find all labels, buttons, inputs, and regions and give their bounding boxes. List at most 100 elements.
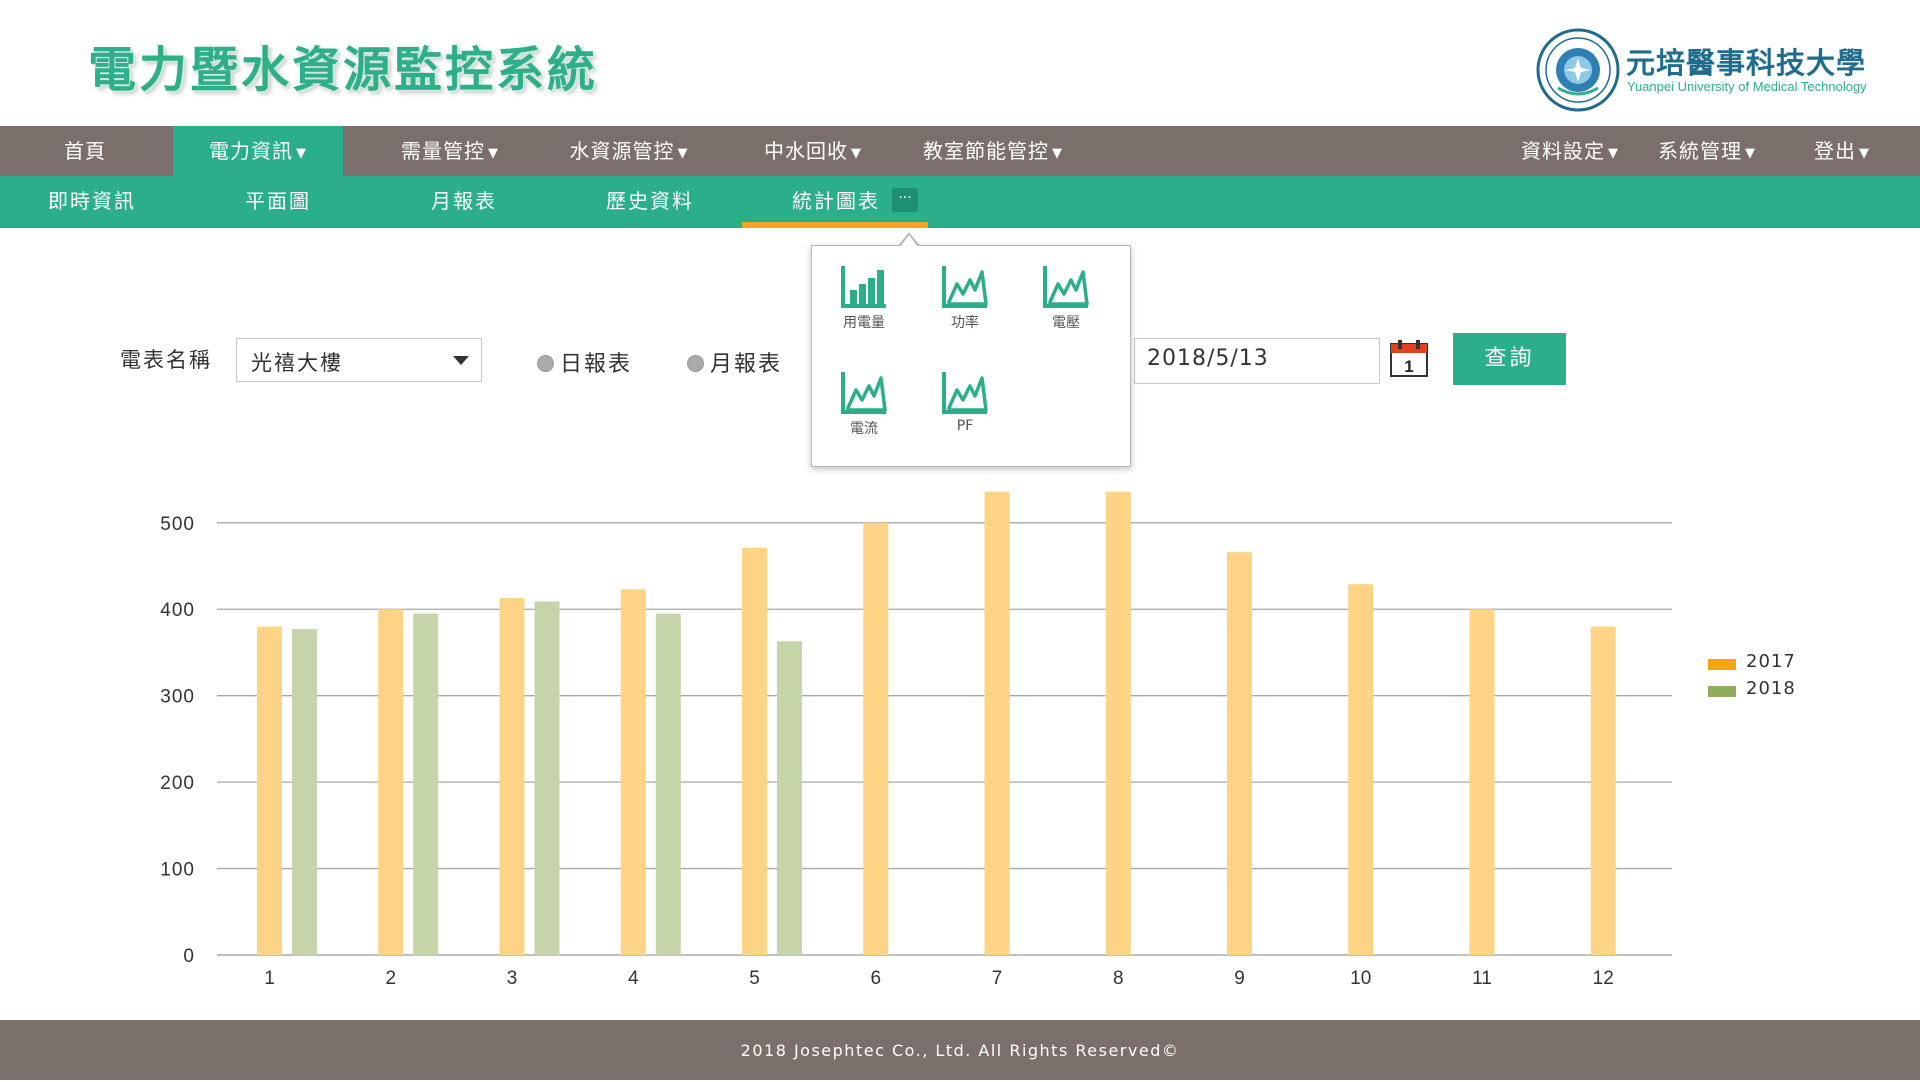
x-tick-label: 3 [507, 968, 518, 989]
y-tick-label: 200 [160, 773, 195, 794]
calendar-day-number: 1 [1404, 357, 1413, 376]
bar-chart-icon [841, 266, 886, 308]
nav-logout[interactable]: 登出 ▼ [1792, 126, 1892, 176]
meter-select-value: 光禧大樓 [251, 351, 343, 375]
legend-label-2018: 2018 [1746, 678, 1796, 699]
subnav-history[interactable]: 歷史資料 [580, 176, 720, 228]
university-name: 元培醫事科技大學 [1626, 46, 1867, 80]
nav-power-info[interactable]: 電力資訊 ▼ [173, 126, 343, 176]
bar-2017-month-12 [1590, 626, 1616, 955]
x-tick-label: 2 [385, 968, 396, 989]
nav-power-info-label: 電力資訊 [209, 139, 293, 163]
dropdown-arrow-icon [453, 356, 469, 365]
chart-type-popup: 用電量 功率 電壓 電流 PF [811, 245, 1131, 467]
university-english-name: Yuanpei University of Medical Technology [1627, 79, 1867, 94]
nav-system-admin[interactable]: 系統管理 ▼ [1640, 126, 1774, 176]
radio-monthly-report[interactable]: 月報表 [687, 346, 782, 378]
caret-down-icon: ▼ [1745, 146, 1756, 161]
legend-label-2017: 2017 [1746, 651, 1796, 672]
app-title: 電力暨水資源監控系統 [88, 42, 599, 98]
popup-item-current[interactable]: 電流 [824, 370, 904, 460]
popup-item-power-label: 功率 [951, 315, 979, 331]
x-tick-label: 1 [264, 968, 275, 989]
nav-classroom-energy[interactable]: 教室節能管控 ▼ [908, 126, 1078, 176]
active-tab-indicator [742, 222, 928, 228]
subnav-realtime-label: 即時資訊 [48, 189, 136, 213]
y-tick-label: 100 [160, 860, 195, 881]
bar-2017-month-7 [984, 491, 1010, 955]
date-input[interactable]: 2018/5/13 [1134, 338, 1380, 384]
meter-name-label: 電表名稱 [120, 348, 212, 372]
caret-down-icon: ▼ [488, 146, 499, 161]
x-tick-label: 5 [749, 968, 760, 989]
caret-down-icon: ▼ [851, 146, 862, 161]
nav-demand-control[interactable]: 需量管控 ▼ [372, 126, 528, 176]
x-tick-label: 6 [870, 968, 881, 989]
calendar-icon[interactable]: 1 [1389, 338, 1429, 378]
popup-item-power[interactable]: 功率 [925, 264, 1005, 354]
bar-2017-month-3 [499, 598, 525, 955]
popup-item-usage[interactable]: 用電量 [824, 264, 904, 354]
caret-down-icon: ▼ [1608, 146, 1619, 161]
bar-2017-month-1 [257, 626, 282, 955]
popup-item-voltage[interactable]: 電壓 [1026, 264, 1106, 354]
monthly-usage-chart: 01002003004005001 2 3 4 5 6 7 8 9 10 11 12 [160, 491, 1672, 989]
nav-data-settings-label: 資料設定 [1521, 139, 1605, 163]
university-logo [1536, 28, 1620, 112]
subnav-floorplan[interactable]: 平面圖 [208, 176, 348, 228]
caret-down-icon: ▼ [1052, 146, 1063, 161]
x-tick-label: 10 [1350, 968, 1371, 989]
header: 電力暨水資源監控系統 元培醫事科技大學 Yuanpei University o… [0, 0, 1920, 126]
subnav-statistics-label: 統計圖表 [792, 189, 880, 213]
caret-down-icon: ▼ [677, 146, 689, 161]
legend-swatch-2018 [1708, 686, 1736, 697]
meter-select[interactable]: 光禧大樓 [236, 338, 482, 382]
nav-home-label: 首頁 [64, 139, 106, 163]
x-tick-label: 9 [1234, 968, 1245, 989]
nav-home[interactable]: 首頁 [0, 126, 170, 176]
popup-pointer-inner [900, 235, 918, 247]
nav-water-recycle[interactable]: 中水回收 ▼ [738, 126, 888, 176]
popup-item-usage-label: 用電量 [843, 315, 885, 331]
popup-item-pf-label: PF [956, 418, 974, 434]
legend-swatch-2017 [1708, 659, 1736, 670]
main-nav: 首頁 電力資訊 ▼ 需量管控 ▼ 水資源管控 ▼ 中水回收 ▼ 教室節能管控 ▼ 資料設定… [0, 126, 1920, 176]
bar-2018-month-5 [777, 641, 802, 955]
sub-nav: 即時資訊 平面圖 月報表 歷史資料 統計圖表 ··· [0, 176, 1920, 228]
popup-item-voltage-label: 電壓 [1052, 315, 1080, 331]
radio-circle-icon [537, 355, 554, 372]
subnav-floorplan-label: 平面圖 [245, 189, 311, 213]
bar-2018-month-3 [534, 601, 560, 955]
x-tick-label: 7 [992, 968, 1003, 989]
bar-2017-month-10 [1348, 584, 1374, 955]
y-tick-label: 0 [183, 946, 195, 967]
bar-2018-month-2 [413, 613, 439, 955]
nav-data-settings[interactable]: 資料設定 ▼ [1500, 126, 1640, 176]
subnav-history-label: 歷史資料 [606, 189, 694, 213]
more-button[interactable]: ··· [892, 188, 918, 212]
y-tick-label: 400 [160, 600, 195, 621]
query-button[interactable]: 查詢 [1453, 333, 1566, 385]
bar-2017-month-8 [1105, 491, 1131, 955]
nav-water-control[interactable]: 水資源管控 ▼ [548, 126, 710, 176]
subnav-monthly-report[interactable]: 月報表 [394, 176, 534, 228]
bar-2017-month-2 [378, 609, 404, 955]
x-tick-label: 8 [1113, 968, 1124, 989]
bar-2017-month-6 [863, 522, 889, 955]
x-tick-label: 4 [628, 968, 639, 989]
nav-classroom-energy-label: 教室節能管控 [923, 139, 1049, 163]
popup-item-current-label: 電流 [850, 421, 878, 437]
radio-monthly-label: 月報表 [710, 352, 783, 377]
bar-2017-month-9 [1227, 552, 1252, 955]
y-tick-label: 500 [160, 514, 195, 535]
bar-2017-month-5 [742, 547, 767, 955]
y-tick-label: 300 [160, 687, 195, 708]
subnav-statistics[interactable]: 統計圖表 [766, 176, 906, 228]
subnav-realtime[interactable]: 即時資訊 [22, 176, 162, 228]
x-tick-label: 11 [1472, 968, 1492, 989]
nav-water-control-label: 水資源管控 [569, 139, 675, 163]
footer: 2018 Josephtec Co., Ltd. All Rights Rese… [0, 1020, 1920, 1080]
radio-daily-report[interactable]: 日報表 [537, 346, 632, 378]
radio-circle-icon [687, 355, 704, 372]
popup-item-pf[interactable]: PF [925, 370, 1005, 460]
